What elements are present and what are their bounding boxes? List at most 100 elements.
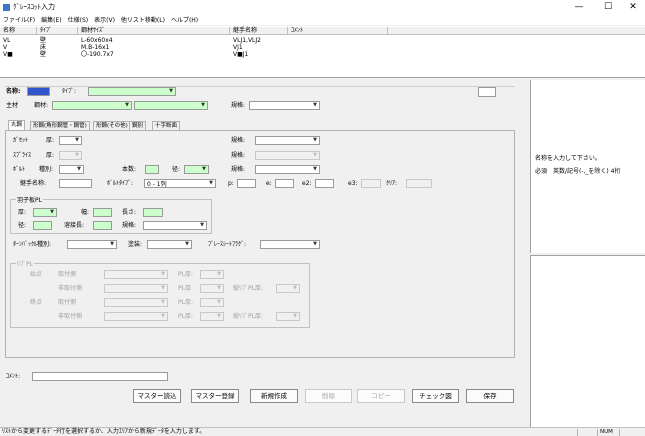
menu-file[interactable]: ファイル(F) xyxy=(0,15,38,24)
end-rib-thick-select[interactable]: ▼ xyxy=(276,312,300,321)
steel-type-select[interactable]: ▼ xyxy=(52,101,132,110)
type-select[interactable]: ▼ xyxy=(88,87,176,96)
col-header-blank xyxy=(388,27,645,35)
chevron-down-icon: ▼ xyxy=(75,137,79,143)
end-nonmount-select[interactable]: ▼ xyxy=(104,312,168,321)
start-mount-pl-thick-select[interactable]: ▼ xyxy=(200,270,224,279)
bolt-spec-select[interactable]: ▼ xyxy=(255,165,320,174)
save-button[interactable]: 保存 xyxy=(466,389,514,403)
e3-input[interactable] xyxy=(361,179,381,188)
clear-input[interactable] xyxy=(406,179,432,188)
row1-joint[interactable]: VLJ1,VLJ2 xyxy=(233,37,261,44)
copy-button[interactable]: コピー xyxy=(357,389,405,403)
start-mount-select[interactable]: ▼ xyxy=(104,270,168,279)
bolt-count-label: 本数: xyxy=(122,166,137,173)
bolt-dia-select[interactable]: ▼ xyxy=(184,165,209,174)
menu-view[interactable]: 表示(V) xyxy=(91,15,118,24)
bolt-kind-select[interactable]: ▼ xyxy=(59,165,84,174)
fin-dia-input[interactable] xyxy=(33,221,52,230)
gusset-thick-select[interactable]: ▼ xyxy=(59,136,82,145)
status-pane-blank xyxy=(577,429,597,436)
e-input[interactable] xyxy=(275,179,294,188)
col-header-name[interactable]: 名称 xyxy=(0,27,37,35)
start-nonmount-pl-thick-select[interactable]: ▼ xyxy=(200,284,224,293)
main-material-label: 主材 xyxy=(6,102,19,109)
row2-name[interactable]: V xyxy=(3,44,7,51)
row2-type[interactable]: 床 xyxy=(40,44,46,51)
chevron-down-icon: ▼ xyxy=(313,137,317,143)
joint-name-input[interactable] xyxy=(59,179,92,188)
menu-spec[interactable]: 仕様(S) xyxy=(65,15,92,24)
start-rib-thick-select[interactable]: ▼ xyxy=(276,284,300,293)
fin-length-label: 長さ: xyxy=(122,209,137,216)
paint-select[interactable]: ▼ xyxy=(147,240,192,249)
end-mount-pl-thick-select[interactable]: ▼ xyxy=(200,298,224,307)
comment-input[interactable] xyxy=(32,372,168,381)
row1-name[interactable]: VL xyxy=(3,37,10,44)
row3-name[interactable]: V■ xyxy=(3,51,13,58)
end-mount-select[interactable]: ▼ xyxy=(104,298,168,307)
gusset-label: ｶﾞｾｯﾄ xyxy=(13,137,29,144)
master-register-button[interactable]: マスター登録 xyxy=(191,389,239,403)
help-rule: 必須 英数/記号(-,_を除く) 4桁 xyxy=(535,168,621,175)
fin-spec-select[interactable]: ▼ xyxy=(143,221,207,230)
data-list[interactable]: 名称 ﾀｲﾌﾟ 鋼材ｻｲｽﾞ 継手名称 ｺﾒﾝﾄ VL 壁 L-60x60x4 … xyxy=(0,26,645,78)
fin-width-input[interactable] xyxy=(93,208,112,217)
menu-edit[interactable]: 編集(E) xyxy=(38,15,64,24)
chevron-down-icon: ▼ xyxy=(313,241,317,247)
bolt-type-label: ﾎﾞﾙﾄﾀｲﾌﾟ: xyxy=(107,180,134,187)
row1-steel[interactable]: L-60x60x4 xyxy=(81,37,113,44)
gusset-spec-select[interactable]: ▼ xyxy=(255,136,320,145)
spec-select[interactable]: ▼ xyxy=(249,101,320,110)
col-header-steel[interactable]: 鋼材ｻｲｽﾞ xyxy=(78,27,230,35)
col-header-joint[interactable]: 継手名称 xyxy=(230,27,288,35)
end-nonmount-pl-thick-select[interactable]: ▼ xyxy=(200,312,224,321)
brace-flag-select[interactable]: ▼ xyxy=(260,240,320,249)
col-header-comment[interactable]: ｺﾒﾝﾄ xyxy=(288,27,388,35)
col-header-type[interactable]: ﾀｲﾌﾟ xyxy=(37,27,78,35)
end-rib-thick-label: 縦ﾘﾌﾞPL厚: xyxy=(233,313,263,320)
menu-list-move[interactable]: 他リスト移動(L) xyxy=(118,15,168,24)
splice-thick-select[interactable]: ▼ xyxy=(59,151,82,160)
app-icon xyxy=(3,3,10,11)
start-nonmount-select[interactable]: ▼ xyxy=(104,284,168,293)
check-drawing-button[interactable]: チェック図 xyxy=(412,389,459,403)
bolt-type-select[interactable]: 0 - 1列 ▼ xyxy=(144,179,216,188)
row1-type[interactable]: 壁 xyxy=(40,37,46,44)
start-mount-label: 取付側 xyxy=(58,271,77,278)
new-create-button[interactable]: 新規作成 xyxy=(250,389,298,403)
row2-steel[interactable]: M.B-16x1 xyxy=(81,44,109,51)
fin-thick-select[interactable]: ▼ xyxy=(33,208,57,217)
fin-width-label: 幅: xyxy=(81,209,90,216)
chevron-down-icon: ▼ xyxy=(201,102,205,108)
chevron-down-icon: ▼ xyxy=(217,299,221,305)
maximize-button[interactable]: ☐ xyxy=(594,0,622,14)
name-input[interactable] xyxy=(27,87,50,96)
master-load-button[interactable]: マスター読込 xyxy=(133,389,181,403)
type-label: ﾀｲﾌﾟ: xyxy=(62,88,77,95)
row2-joint[interactable]: VJ1 xyxy=(233,44,243,51)
fin-length-input[interactable] xyxy=(143,208,163,217)
e2-input[interactable] xyxy=(315,179,334,188)
window-title: ｸﾞﾚｰｽｺｯﾄ入力 xyxy=(13,3,55,11)
steel-size-select[interactable]: ▼ xyxy=(134,101,208,110)
name-label: 名称: xyxy=(6,88,21,95)
delete-button[interactable]: 削除 xyxy=(305,389,352,403)
help-message: 名称を入力して下さい。 xyxy=(535,155,601,162)
close-button[interactable]: ✕ xyxy=(619,0,645,14)
bolt-count-input[interactable] xyxy=(145,165,159,174)
row3-steel[interactable]: 〇-190.7x7 xyxy=(81,51,114,58)
p-label: p: xyxy=(228,180,234,187)
splice-spec-select[interactable]: ▼ xyxy=(255,151,320,160)
menu-help[interactable]: ヘルプ(H) xyxy=(168,15,201,24)
gusset-spec-label: 規格: xyxy=(231,137,246,144)
start-rib-thick-label: 縦ﾘﾌﾞPL厚: xyxy=(233,285,263,292)
row3-joint[interactable]: V■J1 xyxy=(233,51,248,58)
end-mount-label: 取付側 xyxy=(58,299,77,306)
p-input[interactable] xyxy=(237,179,256,188)
minimize-button[interactable]: — xyxy=(565,0,593,14)
fin-weld-input[interactable] xyxy=(93,221,112,230)
turnbuckle-select[interactable]: ▼ xyxy=(67,240,117,249)
row3-type[interactable]: 壁 xyxy=(40,51,46,58)
splice-label: ｽﾌﾟﾗｲｽ xyxy=(13,152,32,159)
